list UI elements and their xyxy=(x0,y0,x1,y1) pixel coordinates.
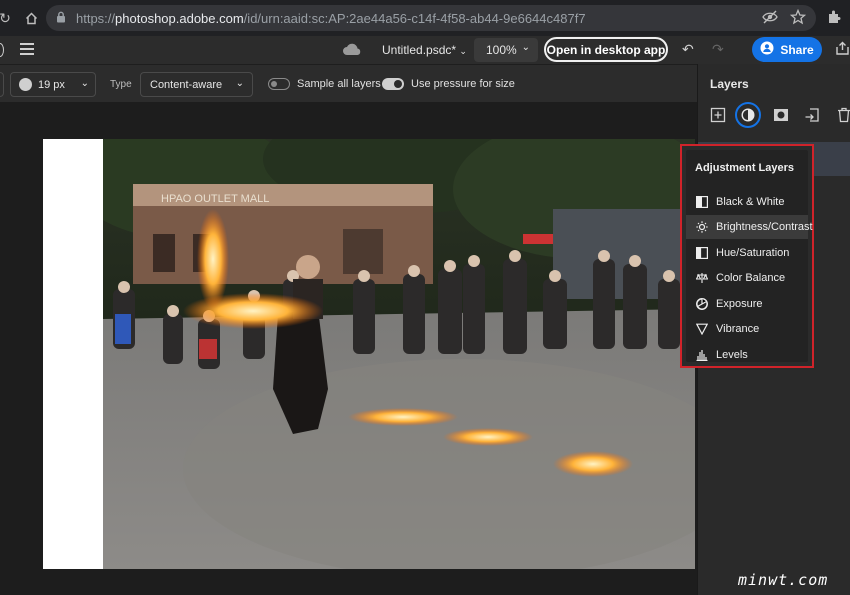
type-label: Type xyxy=(110,79,132,90)
add-layer-icon[interactable] xyxy=(707,104,729,126)
menu-item-label: Levels xyxy=(716,349,748,361)
undo-icon[interactable]: ↶ xyxy=(682,41,694,58)
color-balance-icon xyxy=(696,272,708,284)
chevron-down-icon: ⌄ xyxy=(80,78,89,89)
reload-icon[interactable]: ↻ xyxy=(0,7,16,29)
layers-panel-title: Layers xyxy=(710,77,749,91)
menu-item-label: Exposure xyxy=(716,298,763,310)
zoom-value: 100% xyxy=(486,43,517,57)
brush-size-dropdown[interactable]: 19 px ⌄ xyxy=(10,72,96,97)
black-white-icon xyxy=(696,196,708,208)
menu-item-label: Vibrance xyxy=(716,323,760,335)
options-left-edge xyxy=(0,72,4,97)
lock-icon xyxy=(56,11,66,26)
app-left-edge-icon xyxy=(0,43,4,57)
export-icon[interactable] xyxy=(835,41,850,56)
url-host: photoshop.adobe.com xyxy=(115,10,244,26)
hue-saturation-icon xyxy=(696,247,708,259)
watermark: minwt.com xyxy=(738,571,829,589)
menu-hamburger-icon[interactable] xyxy=(20,43,34,55)
menu-item-brightness-contrast[interactable]: Brightness/Contrast xyxy=(686,215,813,239)
type-value: Content-aware xyxy=(150,78,223,91)
extensions-icon[interactable] xyxy=(827,9,842,27)
brush-preview-icon xyxy=(19,78,32,91)
canvas-photo[interactable]: HPAO OUTLET MALL xyxy=(103,139,695,569)
mall-sign-text: HPAO OUTLET MALL xyxy=(161,193,269,205)
menu-item-exposure[interactable]: Exposure xyxy=(686,292,808,316)
sample-all-layers-toggle[interactable] xyxy=(268,78,290,90)
chevron-down-icon: ⌄ xyxy=(459,46,467,56)
canvas-blank-area[interactable] xyxy=(43,139,103,569)
layer-mask-icon[interactable] xyxy=(770,104,792,126)
menu-item-label: Color Balance xyxy=(716,272,786,284)
exposure-icon xyxy=(696,298,708,310)
delete-layer-icon[interactable] xyxy=(833,104,850,126)
pressure-for-size-label: Use pressure for size xyxy=(411,78,515,90)
menu-item-label: Hue/Saturation xyxy=(716,247,790,259)
bookmark-star-icon[interactable] xyxy=(789,8,807,28)
adjustment-layer-icon[interactable] xyxy=(735,102,761,128)
adjustment-layers-title: Adjustment Layers xyxy=(695,162,795,174)
eye-off-icon[interactable] xyxy=(762,9,778,28)
document-title-text: Untitled.psdc* xyxy=(382,43,457,57)
brush-size-value: 19 px xyxy=(38,78,65,91)
home-icon[interactable] xyxy=(20,7,42,29)
cloud-icon xyxy=(342,43,362,56)
share-button[interactable]: Share xyxy=(752,37,822,62)
menu-item-label: Brightness/Contrast xyxy=(716,221,813,233)
sample-all-layers-label: Sample all layers xyxy=(297,78,381,90)
open-in-desktop-button[interactable]: Open in desktop app xyxy=(544,37,668,62)
menu-item-black-white[interactable]: Black & White xyxy=(686,190,808,214)
levels-icon xyxy=(696,349,708,361)
tool-options-bar: 19 px ⌄ Type Content-aware ⌄ Sample all … xyxy=(0,64,697,102)
redo-icon[interactable]: ↷ xyxy=(712,41,724,58)
share-label: Share xyxy=(780,42,814,57)
pressure-for-size-toggle[interactable] xyxy=(382,78,404,90)
menu-item-label: Black & White xyxy=(716,196,785,208)
address-bar[interactable]: https://photoshop.adobe.com/id/urn:aaid:… xyxy=(46,5,816,31)
menu-item-levels[interactable]: Levels xyxy=(686,343,808,367)
url-scheme: https:// xyxy=(76,10,116,26)
vibrance-icon xyxy=(696,323,708,335)
zoom-dropdown[interactable]: 100% ⌄ xyxy=(474,38,538,62)
url-path: /id/urn:aaid:sc:AP:2ae44a56-c14f-4f58-ab… xyxy=(243,10,586,26)
adjustment-layers-list: Adjustment Layers Black & White Brightne… xyxy=(686,150,813,362)
chevron-down-icon: ⌄ xyxy=(235,78,244,89)
type-dropdown[interactable]: Content-aware ⌄ xyxy=(140,72,253,97)
import-layer-icon[interactable] xyxy=(801,104,823,126)
add-user-icon xyxy=(760,41,774,58)
chevron-down-icon: ⌄ xyxy=(521,42,530,53)
brightness-icon xyxy=(696,221,708,233)
document-title[interactable]: Untitled.psdc* ⌄ xyxy=(382,43,467,57)
menu-item-hue-saturation[interactable]: Hue/Saturation xyxy=(686,241,808,265)
menu-item-vibrance[interactable]: Vibrance xyxy=(686,317,808,341)
menu-item-color-balance[interactable]: Color Balance xyxy=(686,266,808,290)
browser-toolbar: ↻ https://photoshop.adobe.com/id/urn:aai… xyxy=(0,0,850,36)
adjustment-layers-menu: Adjustment Layers Black & White Brightne… xyxy=(680,144,814,368)
